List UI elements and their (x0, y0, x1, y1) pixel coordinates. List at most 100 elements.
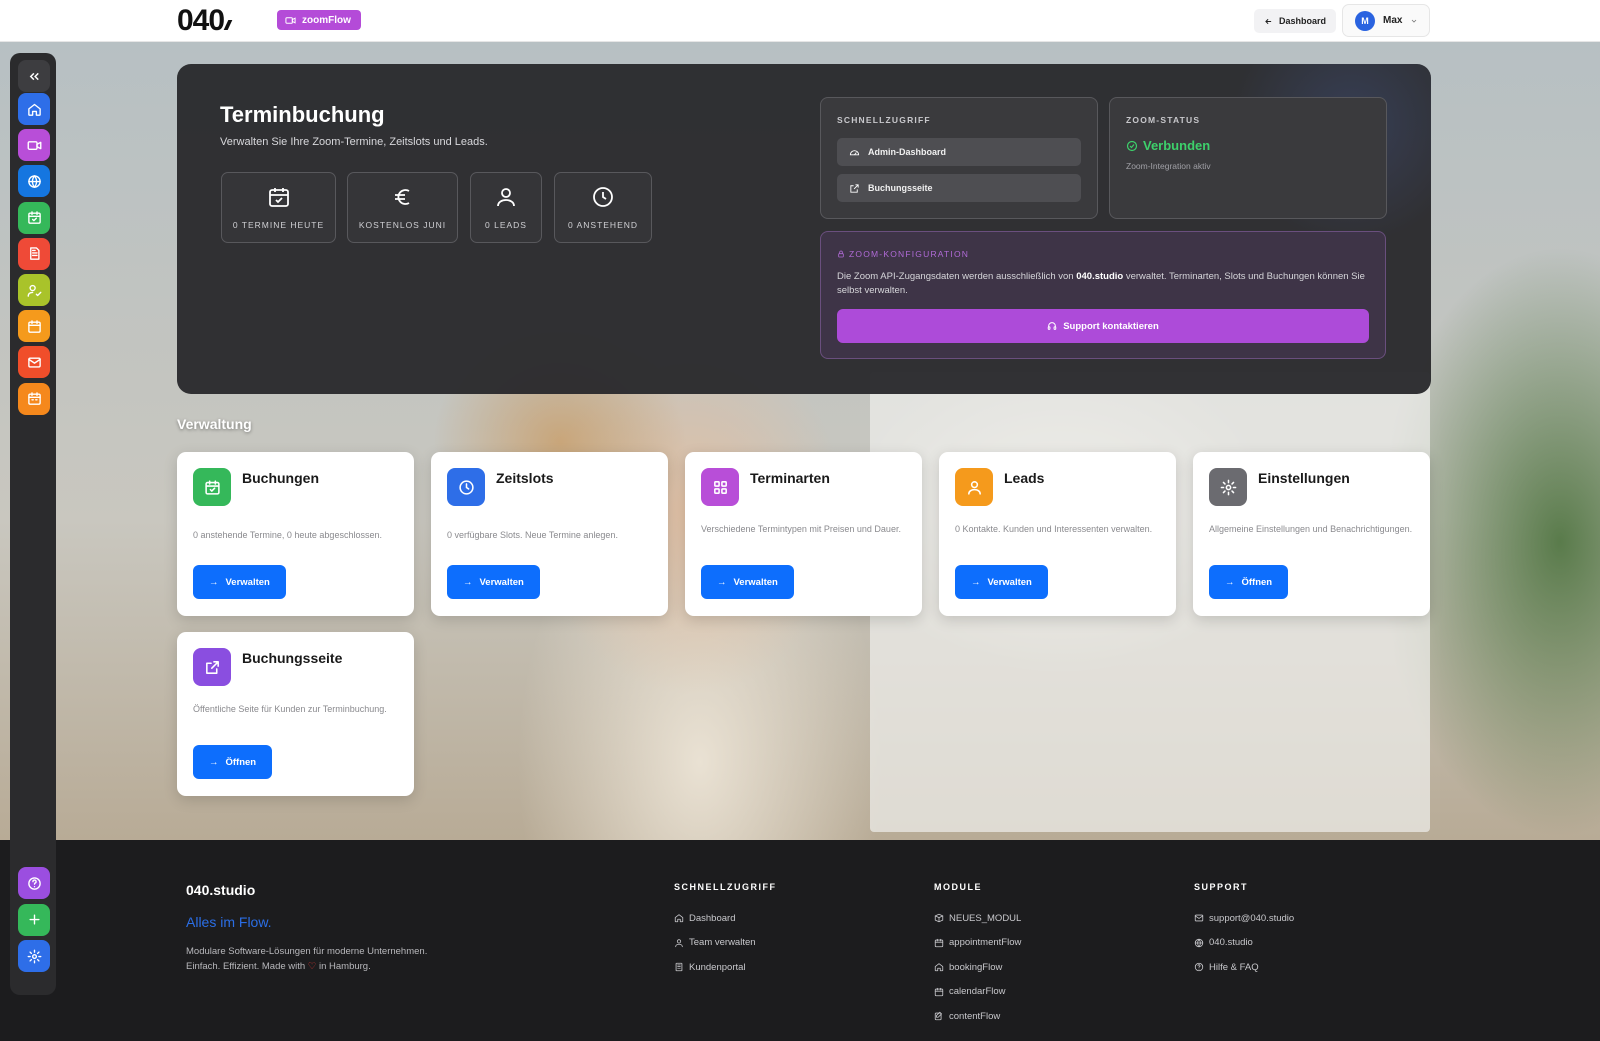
document-icon (29, 247, 40, 261)
card-description: 0 verfügbare Slots. Neue Termine anlegen… (447, 530, 618, 540)
footer-link[interactable]: Team verwalten (674, 931, 777, 956)
footer-link[interactable]: bookingFlow (934, 955, 1021, 980)
footer-brand: 040.studio (186, 882, 256, 898)
clock-icon (458, 479, 474, 495)
chevron-down-icon (1412, 19, 1417, 23)
card-leads: Leads 0 Kontakte. Kunden und Interessente… (939, 452, 1176, 616)
card-einstellungen: Einstellungen Allgemeine Einstellungen un… (1193, 452, 1430, 616)
card-icon (701, 468, 739, 506)
card-zeitslots: Zeitslots 0 verfügbare Slots. Neue Termin… (431, 452, 668, 616)
button-label: Verwalten (479, 576, 524, 588)
footer-link[interactable]: calendarFlow (934, 980, 1021, 1005)
card-description: Verschiedene Termintypen mit Preisen und… (701, 524, 901, 534)
footer-column-support: SUPPORT support@040.studio 040.studio Hilfe… (1194, 882, 1294, 980)
module-label: zoomFlow (302, 14, 351, 26)
footer-link[interactable]: 040.studio (1194, 931, 1294, 956)
sidebar-item-mail[interactable] (18, 346, 50, 379)
headset-icon (1047, 322, 1057, 330)
sidebar-item-home[interactable] (18, 93, 50, 125)
page-subtitle: Verwalten Sie Ihre Zoom-Termine, Zeitslo… (220, 136, 488, 148)
zoom-config-label: ZOOM-KONFIGURATION (837, 249, 969, 259)
status-value: Verbunden (1143, 138, 1211, 153)
calendar-alt-icon (27, 392, 41, 405)
sidebar-item-globe[interactable] (18, 165, 50, 198)
card-button[interactable]: → Verwalten (447, 565, 540, 599)
zoom-config-text: Die Zoom API-Zugangsdaten werden ausschl… (837, 271, 1365, 296)
euro-icon (394, 189, 409, 205)
footer-column-schnellzugriff: SCHNELLZUGRIFF Dashboard Team verwalten Kun… (674, 882, 777, 980)
footer-link[interactable]: Dashboard (674, 906, 777, 931)
card-icon (955, 468, 993, 506)
arrow-right-icon: → (717, 576, 727, 588)
quick-access-box: SCHNELLZUGRIFF Admin-Dashboard Buchungss… (820, 97, 1098, 219)
footer-link[interactable]: Hilfe & FAQ (1194, 955, 1294, 980)
support-button[interactable]: Support kontaktieren (837, 309, 1369, 343)
external-link-icon (850, 183, 859, 193)
card-icon (193, 468, 231, 506)
card-icon (193, 648, 231, 686)
card-icon (1209, 468, 1247, 506)
module-badge[interactable]: zoomFlow (277, 10, 361, 30)
building-icon (675, 963, 683, 972)
button-label: Admin-Dashboard (868, 147, 947, 157)
arrow-right-icon: → (209, 576, 219, 588)
sidebar-item-video[interactable] (18, 129, 50, 162)
grid-icon (713, 480, 727, 494)
button-label: Öffnen (225, 756, 257, 768)
arrow-right-icon: → (209, 756, 219, 768)
sidebar-item-help[interactable] (18, 867, 50, 899)
sidebar-item-plus[interactable] (18, 903, 50, 936)
sidebar-item-user-check[interactable] (18, 274, 50, 306)
footer-link[interactable]: NEUES_MODUL (934, 906, 1021, 931)
card-button[interactable]: → Öffnen (1209, 565, 1289, 599)
card-description: Allgemeine Einstellungen und Benachricht… (1209, 524, 1413, 534)
booking-page-button[interactable]: Buchungsseite (837, 174, 1081, 202)
logo[interactable]: 040 (177, 4, 233, 38)
mail-icon (1194, 914, 1204, 922)
footer-link[interactable]: support@040.studio (1194, 906, 1294, 931)
plus-icon (28, 914, 40, 925)
user-name: Max (1383, 15, 1403, 26)
sidebar-item-document[interactable] (18, 237, 50, 270)
top-bar: 040 zoomFlow Dashboard M Max (0, 0, 1600, 42)
stat-anstehend: 0 ANSTEHEND (554, 172, 652, 243)
card-title: Einstellungen (1258, 470, 1350, 486)
user-icon (967, 480, 981, 495)
arrow-right-icon: → (463, 576, 473, 588)
footer-column-title: SCHNELLZUGRIFF (674, 882, 777, 892)
arrow-left-icon (1265, 18, 1272, 24)
dashboard-button[interactable]: Dashboard (1254, 9, 1337, 33)
gauge-icon (849, 149, 860, 155)
card-button[interactable]: → Öffnen (193, 745, 273, 779)
support-label: Support kontaktieren (1063, 320, 1159, 332)
stat-termine-heute: 0 TERMINE HEUTE (221, 172, 336, 243)
card-terminarten: Terminarten Verschiedene Termintypen mit … (685, 452, 922, 616)
calendar-check-icon (268, 188, 289, 207)
user-icon (497, 188, 515, 207)
card-button[interactable]: → Verwalten (701, 565, 794, 599)
calendar-icon (934, 987, 944, 996)
zoom-status-label: ZOOM-STATUS (1126, 115, 1201, 125)
admin-dashboard-button[interactable]: Admin-Dashboard (837, 138, 1081, 166)
arrow-right-icon: → (971, 576, 981, 588)
status-note: Zoom-Integration aktiv (1126, 161, 1211, 171)
sidebar-item-calendar[interactable] (18, 310, 50, 343)
user-check-icon (27, 284, 41, 297)
footer-link[interactable]: Kundenportal (674, 955, 777, 980)
collapse-button[interactable] (18, 60, 50, 92)
sidebar-item-calendar-alt[interactable] (18, 382, 50, 415)
stat-label: 0 ANSTEHEND (567, 220, 639, 230)
footer-link[interactable]: contentFlow (934, 1004, 1021, 1029)
user-menu[interactable]: M Max (1342, 4, 1430, 37)
dashboard-label: Dashboard (1279, 16, 1327, 26)
sidebar-item-settings[interactable] (18, 940, 50, 972)
card-button[interactable]: → Verwalten (955, 565, 1048, 599)
footer-slogan: Alles im Flow. (186, 914, 272, 930)
footer-link[interactable]: appointmentFlow (934, 931, 1021, 956)
sidebar-item-calendar-check[interactable] (18, 201, 50, 234)
status-badge: Verbunden (1126, 138, 1210, 153)
card-buchungsseite: Buchungsseite Öffentliche Seite für Kunde… (177, 632, 414, 796)
card-button[interactable]: → Verwalten (193, 565, 286, 599)
stat-label: 0 LEADS (485, 220, 527, 230)
video-icon (27, 140, 41, 150)
